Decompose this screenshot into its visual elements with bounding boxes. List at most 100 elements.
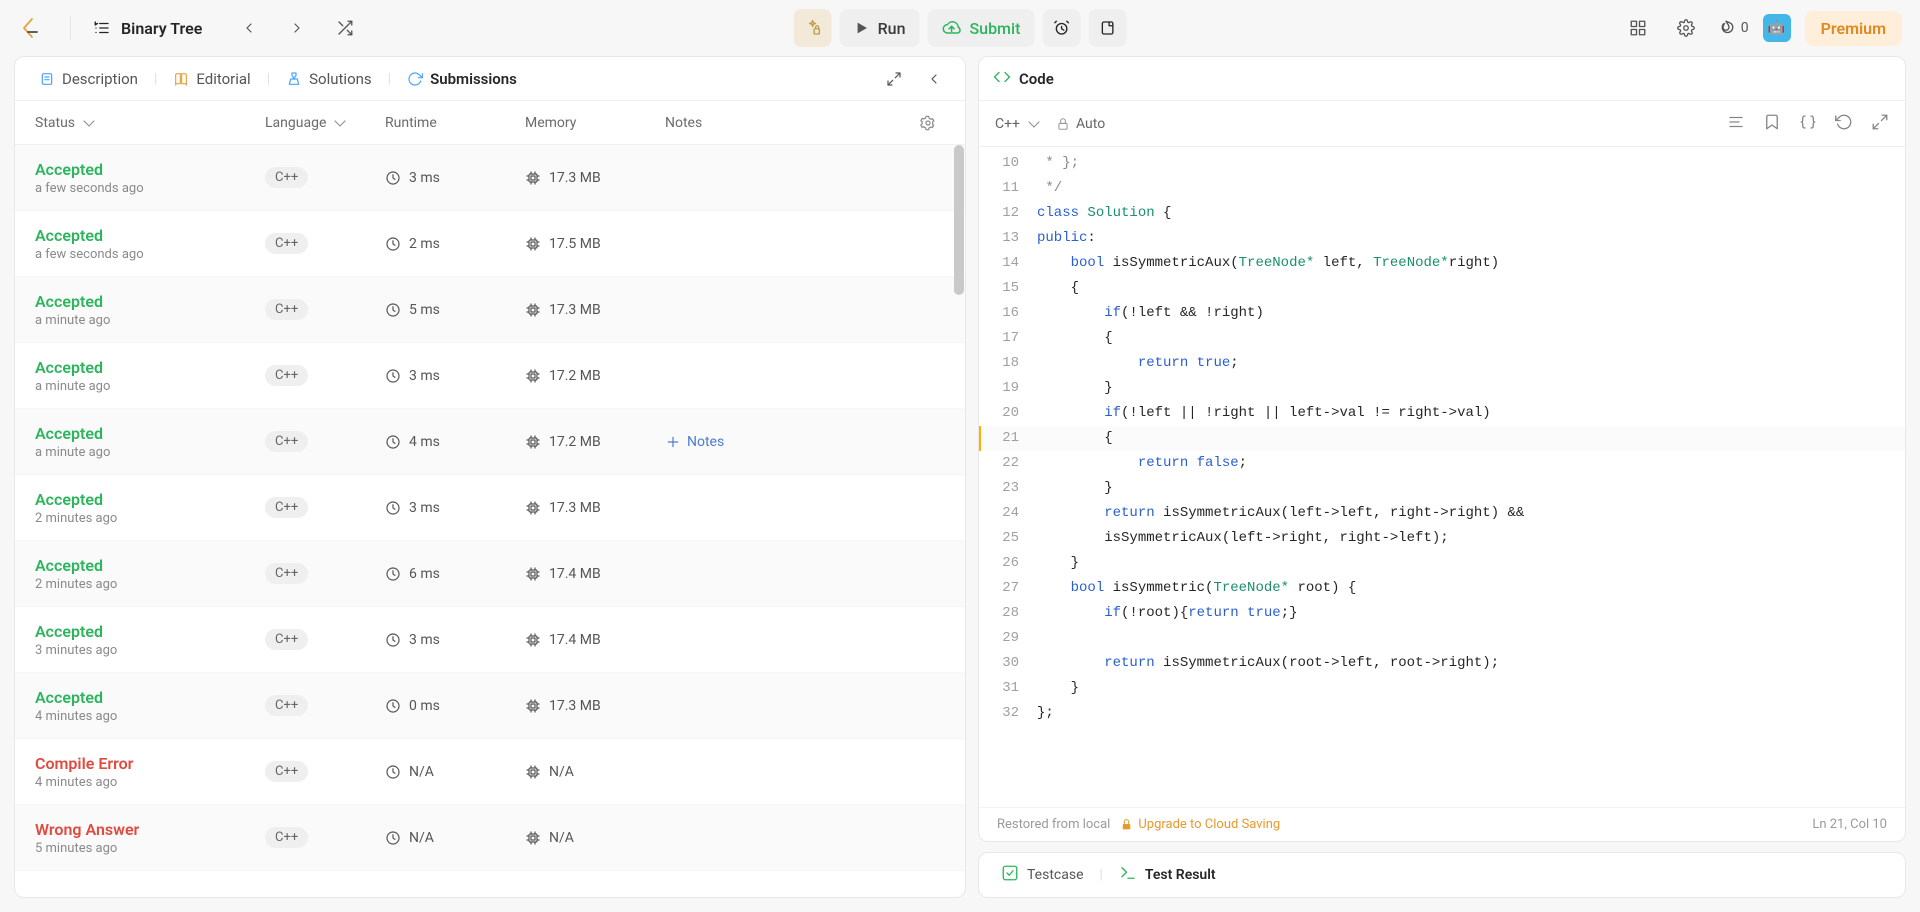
submission-row[interactable]: Wrong Answer5 minutes agoC++N/AN/ANotes [15, 805, 965, 871]
submissions-list[interactable]: Accepteda few seconds agoC++3 ms17.3 MBN… [15, 145, 965, 897]
sparkle-lock-icon [804, 19, 822, 37]
code-line[interactable]: 32}; [979, 701, 1905, 726]
code-line[interactable]: 25 isSymmetricAux(left->right, right->le… [979, 526, 1905, 551]
lock-icon [1120, 818, 1133, 831]
expand-button[interactable] [1871, 113, 1889, 135]
submission-row[interactable]: Accepted3 minutes agoC++3 ms17.4 MBNotes [15, 607, 965, 673]
tab-solutions[interactable]: Solutions [276, 64, 382, 94]
line-number: 12 [979, 201, 1037, 226]
submission-row[interactable]: Accepteda minute agoC++5 ms17.3 MBNotes [15, 277, 965, 343]
layout-button[interactable] [1621, 11, 1655, 45]
ai-assist-button[interactable] [794, 9, 832, 47]
shuffle-button[interactable] [328, 11, 362, 45]
bookmark-button[interactable] [1763, 113, 1781, 135]
code-line[interactable]: 31 } [979, 676, 1905, 701]
submission-time: a minute ago [35, 445, 110, 460]
code-line[interactable]: 24 return isSymmetricAux(left->left, rig… [979, 501, 1905, 526]
chevron-left-icon [926, 71, 942, 87]
tab-separator: | [386, 71, 393, 87]
tab-editorial[interactable]: Editorial [163, 64, 260, 94]
submit-button[interactable]: Submit [927, 9, 1034, 47]
submission-row[interactable]: Accepted4 minutes agoC++0 ms17.3 MBNotes [15, 673, 965, 739]
tab-code[interactable]: Code [993, 68, 1054, 90]
code-line[interactable]: 15 { [979, 276, 1905, 301]
code-line[interactable]: 12class Solution { [979, 201, 1905, 226]
add-notes-button[interactable]: Notes [665, 434, 945, 450]
bookmark-icon [1763, 113, 1781, 131]
submission-row[interactable]: Compile Error4 minutes agoC++N/AN/ANotes [15, 739, 965, 805]
user-avatar[interactable]: 🤖 [1763, 14, 1791, 42]
fullscreen-button[interactable] [877, 62, 911, 96]
code-line[interactable]: 29 [979, 626, 1905, 651]
line-number: 31 [979, 676, 1037, 701]
submissions-icon [407, 71, 423, 87]
submission-row[interactable]: Accepted2 minutes agoC++6 ms17.4 MBNotes [15, 541, 965, 607]
submission-time: 2 minutes ago [35, 577, 117, 592]
columns-settings-button[interactable] [911, 106, 945, 140]
submission-row[interactable]: Accepted2 minutes agoC++3 ms17.3 MBNotes [15, 475, 965, 541]
description-icon [39, 71, 55, 87]
tab-testcase[interactable]: Testcase [993, 860, 1092, 890]
run-button[interactable]: Run [840, 9, 920, 47]
language-select[interactable]: C++ [995, 116, 1038, 132]
code-line[interactable]: 17 { [979, 326, 1905, 351]
code-line[interactable]: 22 return false; [979, 451, 1905, 476]
code-line[interactable]: 28 if(!root){return true;} [979, 601, 1905, 626]
clock-icon [385, 500, 401, 516]
col-status[interactable]: Status [35, 115, 265, 131]
code-line[interactable]: 16 if(!left && !right) [979, 301, 1905, 326]
code-line[interactable]: 11 */ [979, 176, 1905, 201]
language-chip: C++ [265, 167, 308, 188]
submission-time: 5 minutes ago [35, 841, 139, 856]
tab-description[interactable]: Description [29, 64, 148, 94]
code-line[interactable]: 30 return isSymmetricAux(root->left, roo… [979, 651, 1905, 676]
notes-button[interactable] [1088, 9, 1126, 47]
lock-icon [1056, 117, 1070, 131]
code-line[interactable]: 14 bool isSymmetricAux(TreeNode* left, T… [979, 251, 1905, 276]
submission-row[interactable]: Accepteda minute agoC++3 ms17.2 MBNotes [15, 343, 965, 409]
code-line[interactable]: 27 bool isSymmetric(TreeNode* root) { [979, 576, 1905, 601]
submission-row[interactable]: Accepteda few seconds agoC++2 ms17.5 MBN… [15, 211, 965, 277]
problem-list-button[interactable]: Binary Tree [85, 13, 210, 44]
leetcode-logo-icon[interactable] [18, 16, 42, 40]
code-text: } [1037, 376, 1113, 401]
format-button[interactable] [1727, 113, 1745, 135]
prev-problem-button[interactable] [232, 11, 266, 45]
code-line[interactable]: 21 { [979, 426, 1905, 451]
collapse-button[interactable] [917, 62, 951, 96]
streak-indicator[interactable]: 0 [1717, 19, 1749, 37]
col-language[interactable]: Language [265, 115, 385, 131]
code-editor[interactable]: 10 * };11 */12class Solution {13public:1… [979, 147, 1905, 807]
submission-row[interactable]: Accepteda minute agoC++4 ms17.2 MBNotes [15, 409, 965, 475]
submit-label: Submit [969, 19, 1020, 38]
code-line[interactable]: 26 } [979, 551, 1905, 576]
runtime-value: 2 ms [385, 236, 525, 252]
scrollbar-thumb[interactable] [954, 145, 964, 295]
code-line[interactable]: 18 return true; [979, 351, 1905, 376]
clock-icon [385, 368, 401, 384]
code-text: if(!left || !right || left->val != right… [1037, 401, 1491, 426]
code-line[interactable]: 20 if(!left || !right || left->val != ri… [979, 401, 1905, 426]
submission-row[interactable]: Accepteda few seconds agoC++3 ms17.3 MBN… [15, 145, 965, 211]
braces-button[interactable] [1799, 113, 1817, 135]
tab-test-result[interactable]: Test Result [1111, 860, 1224, 890]
submission-status: Accepted [35, 226, 144, 245]
premium-button[interactable]: Premium [1805, 11, 1902, 46]
upgrade-cloud-link[interactable]: Upgrade to Cloud Saving [1120, 817, 1280, 832]
settings-button[interactable] [1669, 11, 1703, 45]
submission-status: Wrong Answer [35, 820, 139, 839]
code-line[interactable]: 13public: [979, 226, 1905, 251]
timer-button[interactable] [1042, 9, 1080, 47]
tab-submissions[interactable]: Submissions [397, 64, 527, 94]
code-line[interactable]: 23 } [979, 476, 1905, 501]
clock-icon [385, 302, 401, 318]
code-line[interactable]: 10 * }; [979, 151, 1905, 176]
next-problem-button[interactable] [280, 11, 314, 45]
clock-icon [385, 236, 401, 252]
code-text: { [1037, 276, 1079, 301]
code-line[interactable]: 19 } [979, 376, 1905, 401]
language-chip: C++ [265, 299, 308, 320]
workspace: Description | Editorial | Solutions | Su… [0, 56, 1920, 912]
streak-count: 0 [1741, 20, 1749, 36]
reset-button[interactable] [1835, 113, 1853, 135]
